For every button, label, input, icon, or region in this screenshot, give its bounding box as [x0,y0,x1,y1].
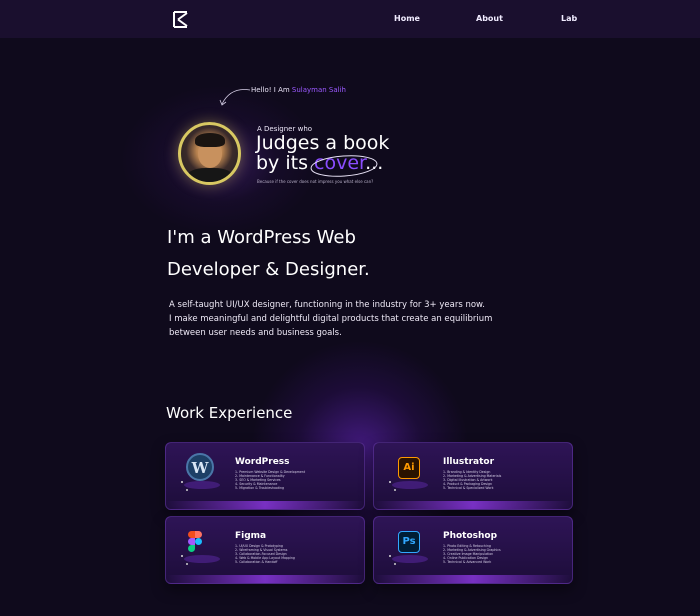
avatar [178,122,241,185]
nav-home-link[interactable]: Home [394,14,420,23]
bio-paragraph: A self-taught UI/UX designer, functionin… [169,298,509,340]
card-list: 1- Branding & Identity Design 2- Marketi… [443,470,501,490]
headline-line-1: I'm a WordPress Web [167,227,356,248]
card-list: 1- UI/UX Design & Prototyping 2- Wirefra… [235,544,295,564]
card-list: 1- Photo Editing & Retouching 2- Marketi… [443,544,501,564]
bio-line-2: I make meaningful and delightful digital… [169,314,493,324]
wordpress-icon: W [186,453,218,485]
tagline-line-1: Judges a book [256,132,390,154]
logo-icon[interactable] [173,11,189,28]
card-title: Figma [235,531,267,541]
because-line: Because if the cover does not impress yo… [257,179,374,184]
card-wordpress[interactable]: W WordPress 1- Premium Website Design & … [165,442,365,510]
work-experience-title: Work Experience [166,404,293,422]
card-title: WordPress [235,457,290,467]
card-list: 1- Premium Website Design & Development … [235,470,305,490]
bio-line-3: between user needs and business goals. [169,328,342,338]
card-figma[interactable]: Figma 1- UI/UX Design & Prototyping 2- W… [165,516,365,584]
nav-about-link[interactable]: About [476,14,503,23]
headline: I'm a WordPress Web Developer & Designer… [167,222,370,286]
list-item: 5- Technical & Specialized Work [443,486,494,490]
figma-icon [186,527,218,559]
top-nav: Home About Lab [0,0,700,38]
curved-arrow-icon [219,89,251,106]
bio-line-1: A self-taught UI/UX designer, functionin… [169,300,485,310]
hello-prefix: Hello! I Am [251,86,290,94]
card-title: Illustrator [443,457,495,467]
nav-lab-link[interactable]: Lab [561,14,577,23]
hello-line: Hello! I Am Sulayman Salih [251,86,346,94]
hello-name: Sulayman Salih [291,86,346,94]
card-title: Photoshop [443,531,498,541]
list-item: 5- Migration & Troubleshooting [235,486,285,490]
photoshop-icon: Ps [394,527,426,559]
illustrator-icon: Ai [394,453,426,485]
card-illustrator[interactable]: Ai Illustrator 1- Branding & Identity De… [373,442,573,510]
card-photoshop[interactable]: Ps Photoshop 1- Photo Editing & Retouchi… [373,516,573,584]
list-item: 5- Collaboration & Handoff [235,560,278,564]
list-item: 5- Technical & Advanced Work [443,560,492,564]
headline-line-2: Developer & Designer. [167,259,370,280]
cover-oval-scribble [310,155,378,177]
